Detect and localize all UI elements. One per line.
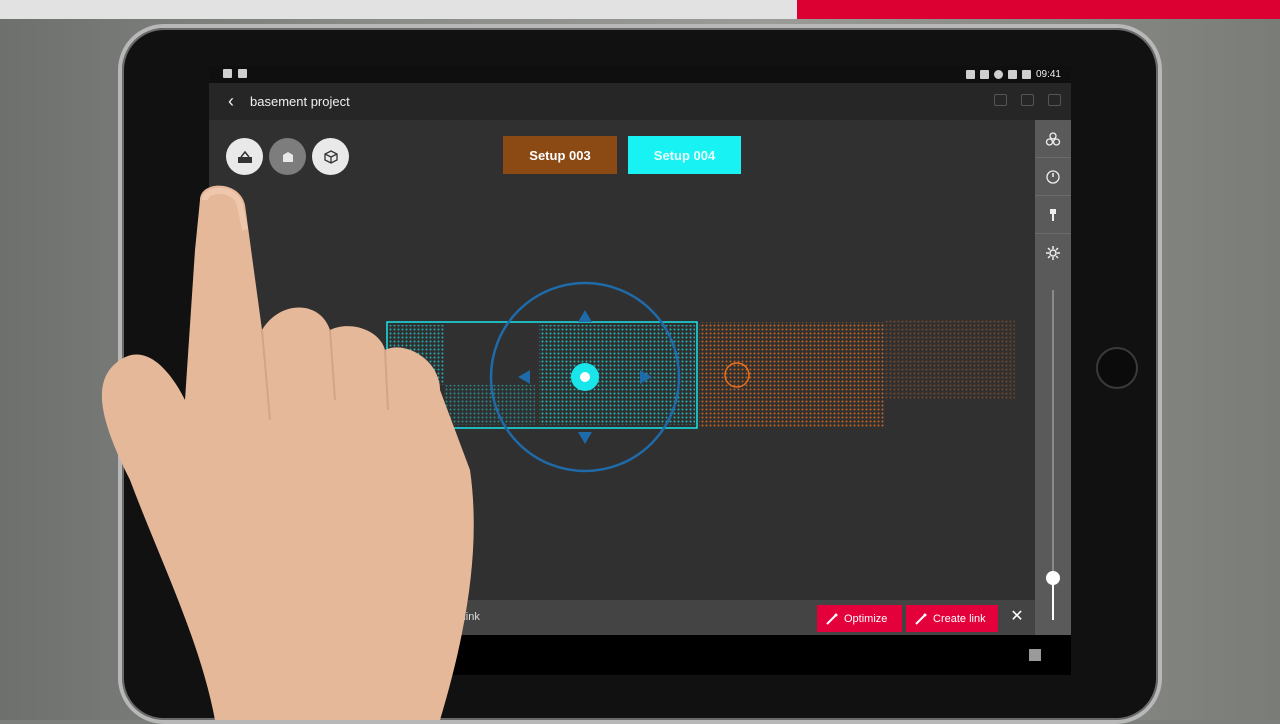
bluetooth-icon (979, 70, 989, 79)
move-gizmo[interactable] (489, 281, 681, 473)
point-cloud-viewport[interactable]: Setup 003 Setup 004 (209, 120, 1035, 600)
tablet-screen: 09:41 ‹ basement project Setup 003 Setup… (209, 66, 1071, 675)
optimize-button[interactable]: Optimize (817, 605, 902, 632)
layers-button[interactable] (1041, 127, 1065, 151)
gear-icon (1046, 246, 1060, 260)
point-cloud-canvas (386, 281, 1015, 473)
optimize-label: Optimize (844, 612, 888, 625)
zoom-slider-thumb[interactable] (1046, 571, 1060, 585)
app-bar: ‹ basement project (209, 83, 1071, 120)
compass-button[interactable] (1041, 165, 1065, 189)
video-top-bar (0, 0, 797, 19)
battery-icon (1021, 70, 1031, 79)
brand-red-bar (797, 0, 1280, 19)
link-action-bar: e a link Optimize Create link ✕ (209, 600, 1035, 635)
zoom-slider-fill (1052, 580, 1054, 620)
right-tool-panel (1035, 120, 1071, 635)
scanner-device-icon[interactable] (1021, 94, 1034, 106)
marker-icon (1050, 209, 1056, 221)
back-arrow-icon[interactable]: ‹ (219, 89, 243, 113)
create-link-button[interactable]: Create link (906, 605, 998, 632)
swap-icon[interactable] (994, 94, 1007, 106)
video-camera-icon (223, 69, 232, 78)
setup-004-point-cloud (386, 321, 698, 429)
system-nav-bar (209, 635, 1071, 675)
link-hint-text: e a link (445, 611, 480, 623)
status-time: 09:41 (1035, 69, 1061, 80)
phone-icon (238, 69, 247, 78)
tablet-home-button[interactable] (1096, 347, 1138, 389)
compass-icon (1046, 170, 1060, 184)
status-bar: 09:41 (209, 66, 1071, 83)
layers-icon (1045, 132, 1061, 146)
recent-apps-icon[interactable] (1029, 649, 1041, 661)
do-not-disturb-icon (993, 70, 1003, 79)
wifi-icon (1007, 70, 1017, 79)
setup-003-point-cloud (699, 320, 1015, 428)
marker-button[interactable] (1041, 203, 1065, 227)
device-icon[interactable] (1048, 94, 1061, 106)
create-link-label: Create link (933, 612, 986, 625)
wand-icon (826, 613, 838, 625)
close-icon[interactable]: ✕ (1007, 606, 1027, 628)
settings-button[interactable] (1041, 241, 1065, 265)
page-title: basement project (250, 94, 350, 109)
link-icon (915, 613, 927, 625)
cast-icon (965, 70, 975, 79)
